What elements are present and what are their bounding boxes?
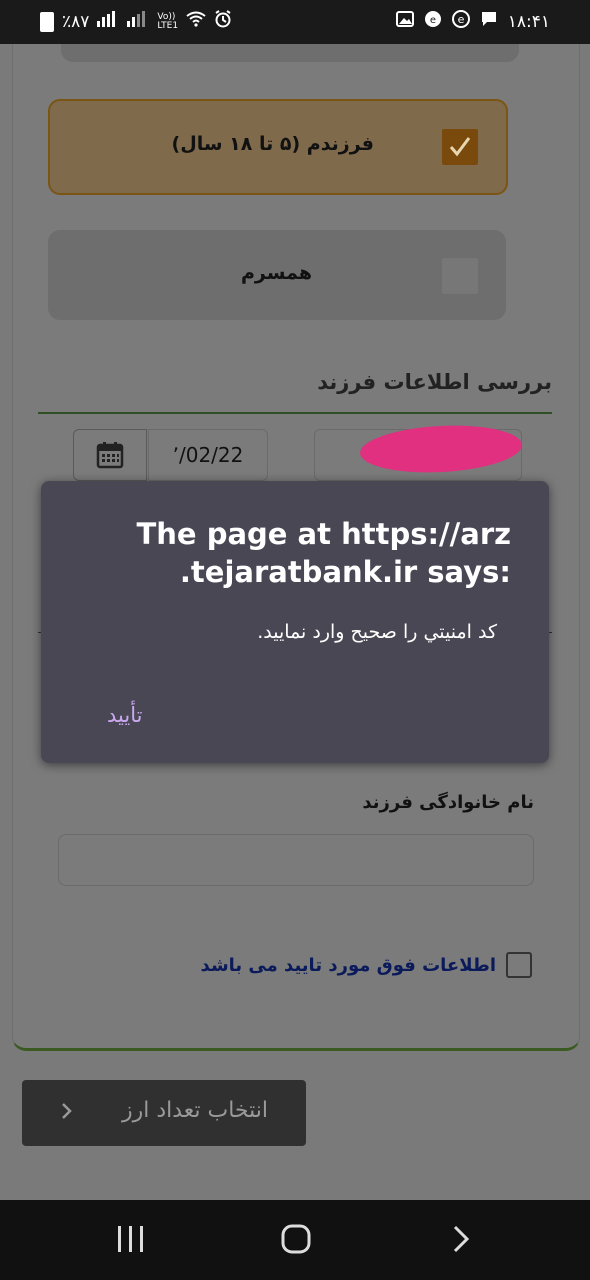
confirm-checkbox[interactable] bbox=[506, 952, 532, 978]
battery-icon bbox=[40, 11, 54, 32]
svg-text:e: e bbox=[430, 15, 436, 26]
recent-apps-icon[interactable] bbox=[116, 1222, 146, 1260]
status-right: e e ۱۸:۴۱ bbox=[395, 10, 550, 33]
alert-dialog: The page at https://arz .tejaratbank.ir … bbox=[41, 481, 549, 763]
next-button-label: انتخاب تعداد ارز bbox=[121, 1098, 268, 1123]
chevron-left-icon bbox=[60, 1100, 74, 1128]
signal-icon bbox=[97, 11, 119, 32]
option-spouse-checkbox[interactable] bbox=[442, 258, 478, 294]
dialog-message: کد امنيتي را صحيح وارد نماييد. bbox=[257, 621, 497, 643]
family-name-label: نام خانوادگی فرزند bbox=[362, 792, 534, 813]
signal-icon-2 bbox=[127, 11, 149, 32]
next-button[interactable]: انتخاب تعداد ارز bbox=[22, 1080, 306, 1146]
dialog-title-line1: The page at https://arz bbox=[136, 517, 512, 551]
checkmark-icon bbox=[449, 137, 471, 157]
calendar-button[interactable] bbox=[73, 429, 147, 481]
dialog-ok-button[interactable]: تأیید bbox=[107, 703, 142, 727]
dialog-title: The page at https://arz .tejaratbank.ir … bbox=[65, 515, 512, 591]
option-child[interactable]: فرزندم (۵ تا ۱۸ سال) bbox=[48, 99, 508, 195]
svg-text:e: e bbox=[457, 13, 464, 26]
back-icon[interactable] bbox=[450, 1222, 472, 1260]
wifi-icon bbox=[186, 11, 206, 32]
home-icon[interactable] bbox=[280, 1222, 312, 1260]
alarm-icon bbox=[214, 10, 232, 33]
network-text: LTE1 bbox=[157, 20, 179, 31]
dialog-title-line2: .tejaratbank.ir says: bbox=[179, 555, 511, 589]
previous-option-card[interactable] bbox=[61, 44, 519, 62]
option-spouse-label: همسرم bbox=[241, 262, 312, 284]
confirm-label: اطلاعات فوق مورد تایید می باشد bbox=[200, 954, 496, 976]
birth-date-input[interactable]: ٬/02/22 bbox=[148, 429, 268, 481]
app-icon-shield: e bbox=[424, 10, 442, 33]
option-child-label: فرزندم (۵ تا ۱۸ سال) bbox=[171, 133, 374, 155]
option-spouse[interactable]: همسرم bbox=[48, 230, 506, 320]
option-child-checkbox[interactable] bbox=[442, 129, 478, 165]
confirm-row[interactable]: اطلاعات فوق مورد تایید می باشد bbox=[201, 952, 532, 978]
clock-time: ۱۸:۴۱ bbox=[507, 11, 550, 32]
navigation-bar bbox=[0, 1200, 590, 1280]
status-left: ٪۸۷ Vo)) LTE1 bbox=[40, 10, 232, 33]
section-divider bbox=[38, 412, 552, 414]
section-title: بررسی اطلاعات فرزند bbox=[317, 370, 552, 394]
volte-label: Vo)) LTE1 bbox=[157, 12, 179, 31]
gallery-icon bbox=[395, 11, 414, 32]
status-bar: ٪۸۷ Vo)) LTE1 e e ۱۸:۴۱ bbox=[0, 0, 590, 44]
calendar-icon bbox=[96, 442, 124, 469]
battery-level: ٪۸۷ bbox=[62, 11, 90, 32]
family-name-input[interactable] bbox=[58, 834, 534, 886]
chat-icon bbox=[480, 10, 498, 33]
app-icon-e: e bbox=[451, 10, 470, 33]
